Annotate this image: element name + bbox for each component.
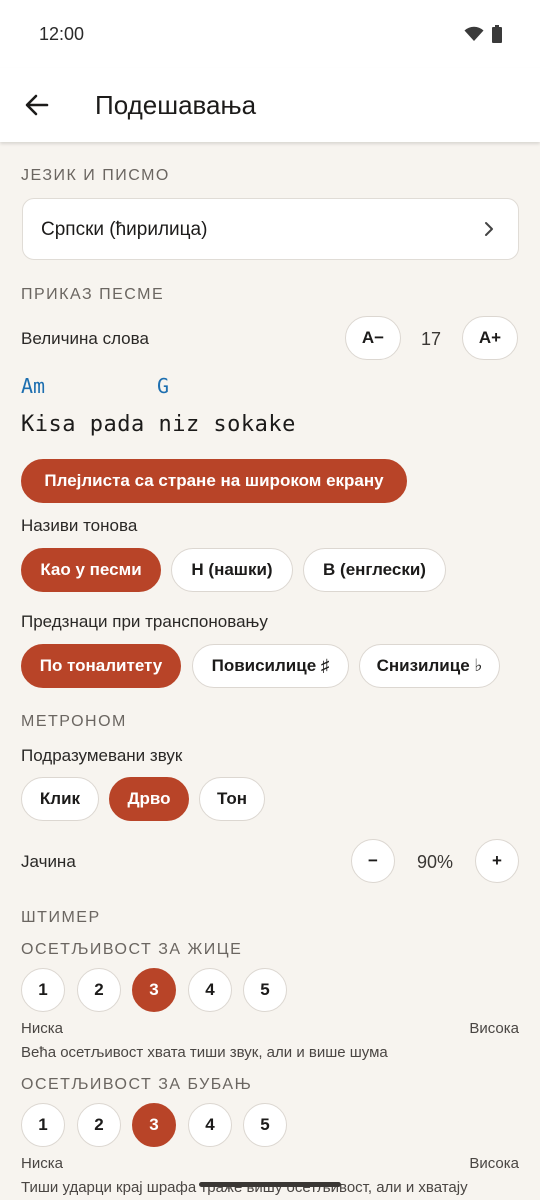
language-selected-value: Српски (ћирилица) (41, 219, 208, 240)
default-sound-label: Подразумевани звук (21, 746, 183, 765)
volume-value: 90% (417, 852, 454, 872)
drum-high-label: Висока (469, 1155, 519, 1172)
wifi-icon (464, 26, 484, 41)
app-bar: Подешавања (0, 68, 540, 142)
preview-chord: G (157, 374, 170, 398)
font-increase-button[interactable]: A+ (462, 316, 518, 360)
strings-sensitivity-2[interactable]: 2 (77, 968, 121, 1012)
battery-icon (492, 25, 502, 43)
drum-sensitivity-label: ОСЕТЉИВОСТ ЗА БУБАЊ (21, 1076, 253, 1093)
status-time: 12:00 (39, 24, 85, 44)
metronome-section-header: МЕТРОНОМ (21, 713, 127, 730)
strings-sensitivity-hint: Већа осетљивост хвата тиши звук, али и в… (21, 1044, 388, 1061)
font-size-label: Величина слова (21, 329, 149, 348)
volume-label: Јачина (21, 852, 76, 871)
preview-chord: Am (21, 374, 46, 398)
accidentals-label: Предзнаци при транспоновању (21, 612, 268, 631)
page-title: Подешавања (95, 90, 257, 120)
volume-decrease-button[interactable]: − (351, 839, 395, 883)
back-arrow-icon[interactable] (22, 90, 52, 120)
sound-option-tone[interactable]: Тон (199, 777, 265, 821)
drum-sensitivity-5[interactable]: 5 (243, 1103, 287, 1147)
accidentals-option-by-key[interactable]: По тоналитету (21, 644, 181, 688)
sound-option-wood[interactable]: Дрво (109, 777, 189, 821)
accidentals-option-flats[interactable]: Снизилице ♭ (359, 644, 500, 688)
tuner-section-header: ШТИМЕР (21, 909, 101, 926)
strings-sensitivity-1[interactable]: 1 (21, 968, 65, 1012)
status-bar: 12:00 (0, 0, 540, 68)
volume-increase-button[interactable]: + (475, 839, 519, 883)
note-names-label: Називи тонова (21, 516, 138, 535)
font-size-value: 17 (421, 329, 442, 349)
note-names-option-b[interactable]: В (енглески) (303, 548, 446, 592)
strings-sensitivity-5[interactable]: 5 (243, 968, 287, 1012)
language-selector[interactable]: Српски (ћирилица) (22, 198, 519, 260)
strings-sensitivity-3[interactable]: 3 (132, 968, 176, 1012)
drum-sensitivity-3[interactable]: 3 (132, 1103, 176, 1147)
accidentals-option-sharps[interactable]: Повисилице ♯ (192, 644, 349, 688)
chevron-right-icon (485, 222, 493, 236)
preview-lyric: Kisa pada niz sokake (21, 412, 296, 437)
sound-option-click[interactable]: Клик (21, 777, 99, 821)
drum-low-label: Ниска (21, 1155, 63, 1172)
gesture-navigation-bar[interactable] (199, 1182, 341, 1187)
sidebar-playlist-toggle[interactable]: Плејлиста са стране на широком екрану (21, 459, 407, 503)
language-section-header: ЈЕЗИК И ПИСМО (21, 167, 170, 184)
note-names-option-as-song[interactable]: Као у песми (21, 548, 161, 592)
drum-sensitivity-2[interactable]: 2 (77, 1103, 121, 1147)
strings-low-label: Ниска (21, 1020, 63, 1037)
strings-sensitivity-4[interactable]: 4 (188, 968, 232, 1012)
drum-sensitivity-4[interactable]: 4 (188, 1103, 232, 1147)
font-decrease-button[interactable]: A− (345, 316, 401, 360)
drum-sensitivity-1[interactable]: 1 (21, 1103, 65, 1147)
strings-high-label: Висока (469, 1020, 519, 1037)
strings-sensitivity-label: ОСЕТЉИВОСТ ЗА ЖИЦЕ (21, 941, 243, 958)
note-names-option-h[interactable]: Н (нашки) (171, 548, 293, 592)
song-display-section-header: ПРИКАЗ ПЕСМЕ (21, 286, 165, 303)
